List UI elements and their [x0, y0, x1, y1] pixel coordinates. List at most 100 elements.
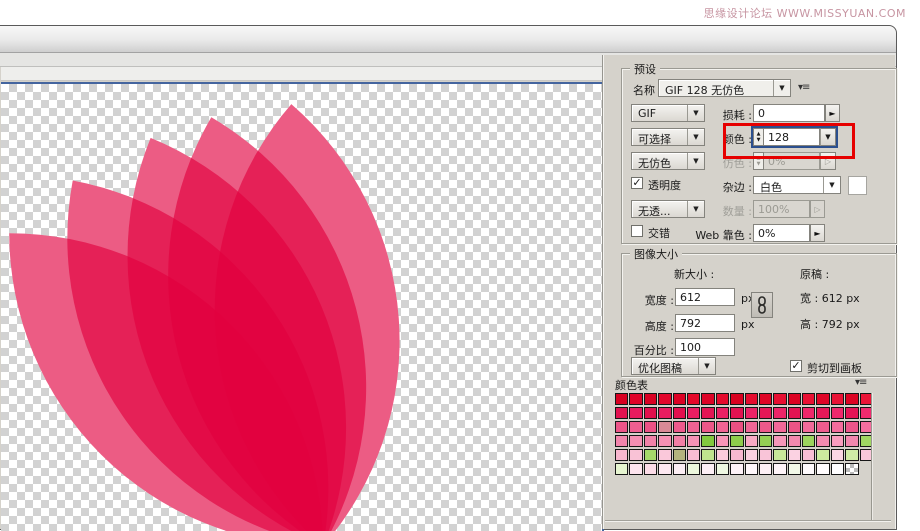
color-swatch[interactable]	[686, 463, 701, 475]
color-swatch[interactable]	[615, 435, 629, 447]
color-swatch[interactable]	[686, 421, 701, 433]
color-swatch[interactable]	[629, 449, 643, 461]
color-swatch[interactable]	[816, 449, 830, 461]
color-swatch[interactable]	[787, 407, 802, 419]
color-swatch[interactable]	[830, 393, 845, 405]
color-swatch[interactable]	[715, 435, 730, 447]
color-swatch[interactable]	[672, 393, 686, 405]
color-swatch[interactable]	[787, 463, 802, 475]
color-swatch[interactable]	[701, 393, 715, 405]
color-swatch[interactable]	[715, 421, 730, 433]
color-swatch[interactable]	[730, 435, 744, 447]
color-swatch[interactable]	[629, 435, 643, 447]
color-swatch[interactable]	[758, 393, 773, 405]
color-swatch[interactable]	[773, 421, 787, 433]
color-swatch[interactable]	[730, 421, 744, 433]
color-swatch[interactable]	[830, 435, 845, 447]
matte-color-swatch[interactable]	[848, 176, 867, 195]
color-swatch[interactable]	[830, 449, 845, 461]
preset-menu-icon[interactable]	[798, 82, 809, 93]
color-swatch[interactable]	[787, 449, 802, 461]
color-swatch[interactable]	[802, 435, 816, 447]
percent-field[interactable]: 100	[675, 338, 735, 356]
color-swatch[interactable]	[758, 407, 773, 419]
color-swatch[interactable]	[845, 421, 859, 433]
color-swatch[interactable]	[629, 393, 643, 405]
transparency-checkbox[interactable]	[631, 177, 643, 189]
color-swatch[interactable]	[830, 407, 845, 419]
color-swatch[interactable]	[715, 463, 730, 475]
link-dimensions-button[interactable]	[751, 292, 773, 318]
color-swatch[interactable]	[701, 449, 715, 461]
color-swatch[interactable]	[816, 407, 830, 419]
color-swatch[interactable]	[773, 393, 787, 405]
chevron-down-icon[interactable]	[823, 177, 840, 193]
color-swatch[interactable]	[773, 435, 787, 447]
color-swatch[interactable]	[758, 463, 773, 475]
transparency-swatch[interactable]	[845, 463, 859, 475]
color-swatch[interactable]	[643, 421, 658, 433]
color-swatch[interactable]	[802, 421, 816, 433]
color-swatch[interactable]	[758, 449, 773, 461]
color-swatch[interactable]	[672, 421, 686, 433]
color-swatch[interactable]	[672, 449, 686, 461]
transparency-dither-dropdown[interactable]: 无透...	[631, 200, 705, 218]
color-swatch[interactable]	[730, 393, 744, 405]
image-preview-canvas[interactable]	[1, 82, 604, 531]
color-swatch[interactable]	[744, 407, 758, 419]
color-swatch[interactable]	[830, 463, 845, 475]
color-swatch[interactable]	[744, 449, 758, 461]
color-swatch[interactable]	[816, 421, 830, 433]
color-swatch[interactable]	[658, 435, 672, 447]
color-swatch[interactable]	[672, 463, 686, 475]
color-swatch[interactable]	[730, 449, 744, 461]
color-swatch[interactable]	[715, 393, 730, 405]
color-swatch[interactable]	[787, 393, 802, 405]
color-swatch[interactable]	[787, 435, 802, 447]
lossy-field[interactable]: 0	[753, 104, 825, 122]
color-swatch[interactable]	[686, 449, 701, 461]
color-swatch[interactable]	[643, 393, 658, 405]
color-swatch[interactable]	[686, 407, 701, 419]
color-swatch[interactable]	[629, 463, 643, 475]
color-swatch[interactable]	[744, 393, 758, 405]
color-swatch[interactable]	[744, 421, 758, 433]
color-swatch[interactable]	[773, 407, 787, 419]
color-swatch[interactable]	[629, 421, 643, 433]
chevron-down-icon[interactable]	[698, 358, 715, 374]
lossy-slider-button[interactable]	[825, 104, 840, 122]
color-swatch[interactable]	[615, 449, 629, 461]
color-swatch[interactable]	[816, 435, 830, 447]
websnap-slider-button[interactable]	[810, 224, 825, 242]
color-swatch[interactable]	[830, 421, 845, 433]
color-swatch[interactable]	[658, 449, 672, 461]
format-dropdown[interactable]: GIF	[631, 104, 705, 122]
color-swatch[interactable]	[773, 449, 787, 461]
color-swatch[interactable]	[730, 463, 744, 475]
color-swatch[interactable]	[802, 393, 816, 405]
color-swatch[interactable]	[730, 407, 744, 419]
color-table-menu-icon[interactable]	[855, 377, 866, 388]
window-titlebar[interactable]	[0, 26, 896, 53]
color-swatch[interactable]	[715, 449, 730, 461]
color-swatch[interactable]	[816, 463, 830, 475]
color-swatch[interactable]	[643, 463, 658, 475]
height-field[interactable]: 792	[675, 314, 735, 332]
color-swatch[interactable]	[643, 435, 658, 447]
color-swatch[interactable]	[686, 435, 701, 447]
interlace-checkbox[interactable]	[631, 225, 643, 237]
color-swatch[interactable]	[845, 393, 859, 405]
width-field[interactable]: 612	[675, 288, 735, 306]
preset-name-dropdown[interactable]: GIF 128 无仿色	[658, 79, 791, 97]
color-swatch[interactable]	[845, 407, 859, 419]
color-swatch[interactable]	[773, 463, 787, 475]
color-swatch[interactable]	[615, 407, 629, 419]
color-table-scroll-track[interactable]	[871, 393, 891, 521]
color-swatch[interactable]	[715, 407, 730, 419]
color-swatch[interactable]	[658, 407, 672, 419]
color-swatch[interactable]	[658, 463, 672, 475]
color-swatch[interactable]	[672, 435, 686, 447]
palette-dropdown[interactable]: 可选择	[631, 128, 705, 146]
color-swatch[interactable]	[802, 449, 816, 461]
color-swatch[interactable]	[701, 463, 715, 475]
